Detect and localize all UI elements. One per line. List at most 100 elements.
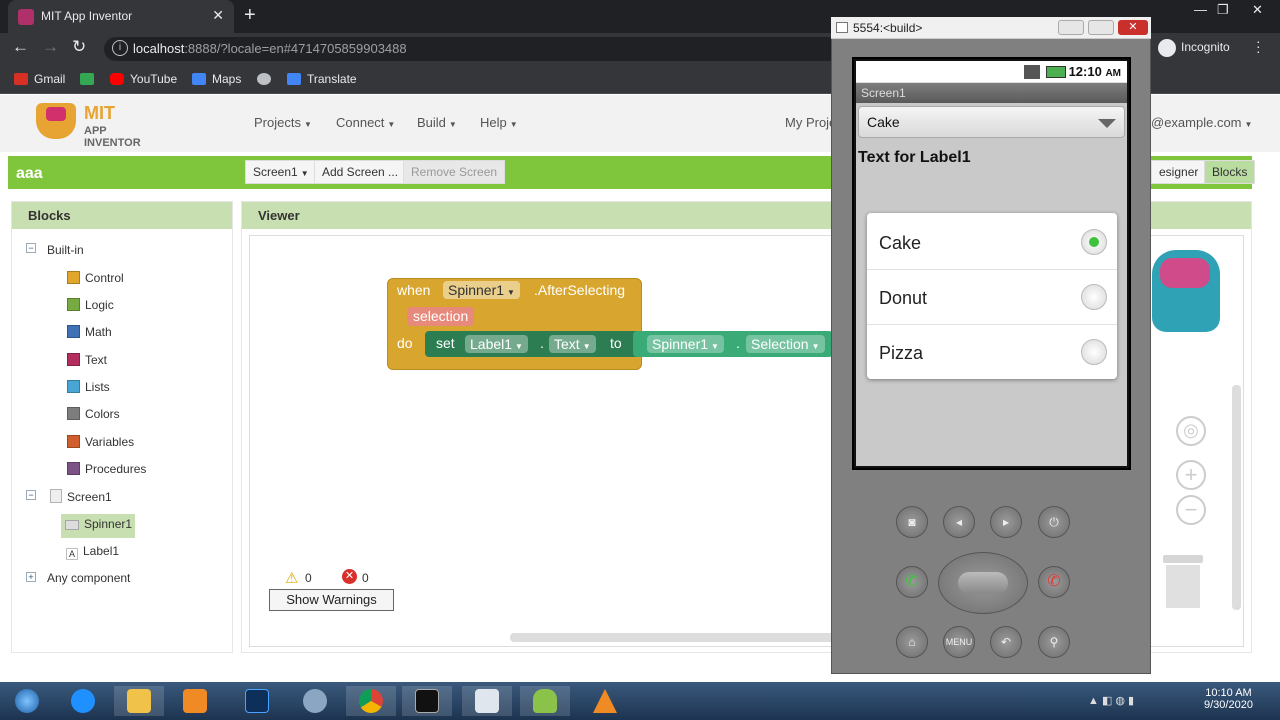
search-icon[interactable]: ⚲ — [1038, 626, 1070, 658]
tab-close-icon[interactable]: ✕ — [212, 7, 224, 24]
back-arrow-icon[interactable]: ← — [12, 37, 29, 57]
reload-icon[interactable]: ↻ — [72, 37, 86, 57]
taskbar-app[interactable] — [290, 686, 340, 716]
screen-select-button[interactable]: Screen1 ▼ — [245, 160, 317, 184]
selection-parameter[interactable]: selection — [407, 307, 475, 326]
window-close-icon[interactable]: ✕ — [1252, 2, 1263, 18]
menu-help[interactable]: Help ▼ — [480, 115, 518, 130]
start-button[interactable] — [2, 686, 52, 716]
radio-unselected-icon[interactable] — [1081, 284, 1107, 310]
browser-tab[interactable]: MIT App Inventor ✕ — [8, 0, 234, 33]
block-category-colors[interactable]: Colors — [67, 407, 120, 421]
option-donut[interactable]: Donut — [867, 270, 1117, 325]
label-icon: A — [66, 548, 78, 560]
bookmark-translate[interactable]: Translate — [287, 72, 357, 86]
get-component-dropdown[interactable]: Spinner1 ▼ — [647, 335, 724, 353]
collapse-builtin-icon[interactable]: − — [26, 243, 36, 253]
remove-screen-button[interactable]: Remove Screen — [403, 160, 506, 184]
get-property-dropdown[interactable]: Selection ▼ — [746, 335, 825, 353]
taskbar-chrome[interactable] — [346, 686, 396, 716]
account-menu[interactable]: @example.com ▼ — [1151, 115, 1252, 130]
restore-icon[interactable]: ❐ — [1217, 2, 1229, 18]
menu-build[interactable]: Build ▼ — [417, 115, 457, 130]
recenter-icon[interactable]: ◎ — [1176, 416, 1206, 446]
bookmark-gmail[interactable]: Gmail — [14, 72, 65, 86]
spinner-widget[interactable]: Cake — [858, 106, 1125, 138]
warnings-count: 0 — [305, 571, 312, 585]
taskbar-explorer[interactable] — [114, 686, 164, 716]
set-component-dropdown[interactable]: Label1 ▼ — [465, 335, 528, 353]
blocks-button[interactable]: Blocks — [1204, 160, 1256, 184]
emulator-maximize-button[interactable] — [1088, 20, 1114, 35]
bookmark-sheet[interactable] — [80, 72, 100, 86]
camera-icon[interactable]: ◙ — [896, 506, 928, 538]
dpad-center-button[interactable] — [958, 572, 1008, 594]
menu-connect[interactable]: Connect ▼ — [336, 115, 395, 130]
zoom-in-icon[interactable]: + — [1176, 460, 1206, 490]
taskbar-media[interactable] — [170, 686, 220, 716]
block-category-logic[interactable]: Logic — [67, 298, 114, 312]
taskbar-ie[interactable] — [58, 686, 108, 716]
trash-can-icon[interactable] — [1163, 555, 1203, 608]
tree-any-component[interactable]: Any component — [47, 571, 130, 585]
emulator-close-button[interactable]: ✕ — [1118, 20, 1148, 35]
vlc-icon — [593, 689, 617, 713]
minimize-icon[interactable]: — — [1194, 2, 1207, 17]
emulator-minimize-button[interactable] — [1058, 20, 1084, 35]
incognito-badge[interactable]: Incognito — [1158, 39, 1230, 57]
system-tray[interactable]: ▲ ◧ ◍ ▮ — [1088, 694, 1134, 707]
media-player-icon — [183, 689, 207, 713]
radio-unselected-icon[interactable] — [1081, 339, 1107, 365]
bookmark-maps[interactable]: Maps — [192, 72, 241, 86]
block-category-variables[interactable]: Variables — [67, 435, 134, 449]
workspace-horizontal-scrollbar[interactable] — [510, 633, 840, 642]
block-category-lists[interactable]: Lists — [67, 380, 110, 394]
workspace-vertical-scrollbar[interactable] — [1232, 385, 1241, 610]
tree-spinner1[interactable]: Spinner1 — [61, 514, 135, 538]
chrome-icon — [359, 689, 383, 713]
forward-arrow-icon[interactable]: → — [42, 37, 59, 57]
tree-builtin[interactable]: Built-in — [47, 243, 84, 257]
block-category-procedures[interactable]: Procedures — [67, 462, 146, 476]
taskbar-cmd[interactable] — [402, 686, 452, 716]
block-category-math[interactable]: Math — [67, 325, 112, 339]
call-icon[interactable]: ✆ — [896, 566, 928, 598]
menu-projects[interactable]: Projects ▼ — [254, 115, 312, 130]
taskbar-window[interactable] — [462, 686, 512, 716]
option-cake[interactable]: Cake — [867, 215, 1117, 270]
option-pizza[interactable]: Pizza — [867, 325, 1117, 380]
show-warnings-button[interactable]: Show Warnings — [269, 589, 394, 611]
volume-up-icon[interactable]: ▸ — [990, 506, 1022, 538]
chrome-menu-icon[interactable]: · · · — [1256, 34, 1261, 58]
block-category-text[interactable]: Text — [67, 353, 107, 367]
expand-any-component-icon[interactable]: + — [26, 572, 36, 582]
taskbar-clock[interactable]: 10:10 AM 9/30/2020 — [1204, 687, 1253, 711]
menu-button[interactable]: MENU — [943, 626, 975, 658]
taskbar-photoshop[interactable] — [232, 686, 282, 716]
taskbar-android[interactable] — [520, 686, 570, 716]
site-info-icon[interactable]: i — [112, 40, 128, 56]
back-icon[interactable]: ↶ — [990, 626, 1022, 658]
event-component-dropdown[interactable]: Spinner1 ▼ — [443, 281, 520, 299]
mit-app-inventor-logo[interactable]: MIT APP INVENTOR — [36, 101, 166, 149]
globe-icon — [257, 73, 271, 85]
radio-selected-icon[interactable] — [1081, 229, 1107, 255]
tree-label1[interactable]: A Label1 — [66, 544, 119, 560]
tree-screen1[interactable]: Screen1 — [50, 489, 112, 504]
set-property-dropdown[interactable]: Text ▼ — [549, 335, 596, 353]
bookmark-youtube[interactable]: YouTube — [110, 72, 177, 86]
block-category-control[interactable]: Control — [67, 271, 124, 285]
taskbar-vlc[interactable] — [580, 686, 630, 716]
volume-down-icon[interactable]: ◂ — [943, 506, 975, 538]
bookmark-globe[interactable] — [257, 72, 277, 86]
my-projects-link[interactable]: My Proje — [785, 115, 836, 130]
new-tab-icon[interactable]: + — [244, 4, 256, 27]
designer-button[interactable]: esigner — [1151, 160, 1207, 184]
end-call-icon[interactable]: ✆ — [1038, 566, 1070, 598]
home-icon[interactable]: ⌂ — [896, 626, 928, 658]
power-icon[interactable]: ⏻ — [1038, 506, 1070, 538]
collapse-screen-icon[interactable]: − — [26, 490, 36, 500]
add-screen-button[interactable]: Add Screen ... — [314, 160, 407, 184]
zoom-out-icon[interactable]: − — [1176, 495, 1206, 525]
logic-swatch-icon — [67, 298, 80, 311]
